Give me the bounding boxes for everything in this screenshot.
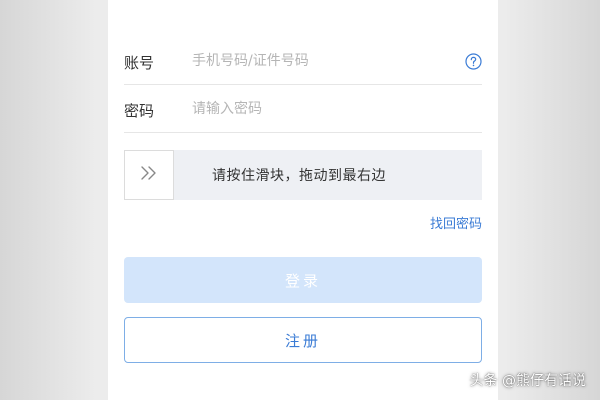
double-chevron-right-icon — [139, 165, 159, 185]
register-button[interactable]: 注册 — [124, 317, 482, 363]
login-button[interactable]: 登录 — [124, 257, 482, 303]
slider-handle[interactable] — [124, 150, 174, 200]
account-label: 账号 — [124, 54, 155, 72]
login-card: 账号 密码 请 — [108, 0, 498, 400]
forgot-password-link[interactable]: 找回密码 — [430, 213, 482, 232]
slider-instruction: 请按住滑块，拖动到最右边 — [212, 168, 386, 184]
account-input[interactable] — [192, 48, 452, 74]
question-circle-icon[interactable] — [465, 53, 482, 70]
password-row: 密码 — [124, 88, 482, 133]
password-label: 密码 — [124, 102, 155, 120]
account-row: 账号 — [124, 40, 482, 85]
page: 账号 密码 请 — [0, 0, 600, 400]
password-input[interactable] — [192, 96, 452, 122]
watermark: 头条 @熊仔有话说 — [469, 373, 586, 389]
slider-captcha: 请按住滑块，拖动到最右边 — [124, 150, 482, 200]
